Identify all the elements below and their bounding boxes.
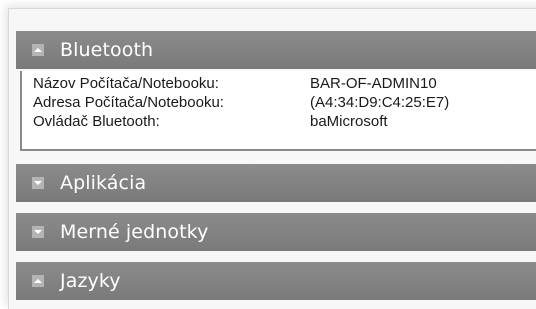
chevron-down-icon[interactable] (32, 177, 44, 189)
section-label-units: Merné jednotky (60, 221, 209, 243)
section-label-application: Aplikácia (60, 172, 147, 194)
section-label-languages: Jazyky (60, 270, 121, 292)
detail-row-computer-address: Adresa Počítača/Notebooku: (A4:34:D9:C4:2… (33, 93, 449, 113)
detail-label: Adresa Počítača/Notebooku: (33, 94, 224, 111)
section-header-units[interactable]: Merné jednotky (16, 213, 536, 251)
detail-row-computer-name: Názov Počítača/Notebooku: BAR-OF-ADMIN10 (33, 74, 437, 94)
section-header-bluetooth[interactable]: Bluetooth (16, 31, 536, 69)
chevron-up-icon[interactable] (32, 275, 44, 287)
chevron-up-icon[interactable] (32, 44, 44, 56)
settings-canvas: Bluetooth Názov Počítača/Notebooku: BAR-O… (0, 0, 536, 309)
detail-value: BAR-OF-ADMIN10 (310, 75, 437, 92)
detail-value: baMicrosoft (310, 113, 388, 130)
chevron-down-icon[interactable] (32, 226, 44, 238)
detail-row-bluetooth-driver: Ovládač Bluetooth: baMicrosoft (33, 112, 388, 132)
section-label-bluetooth: Bluetooth (60, 39, 154, 61)
detail-label: Názov Počítača/Notebooku: (33, 75, 219, 92)
detail-value: (A4:34:D9:C4:25:E7) (310, 94, 450, 111)
section-header-application[interactable]: Aplikácia (16, 164, 536, 202)
bluetooth-details: Názov Počítača/Notebooku: BAR-OF-ADMIN10 … (20, 71, 536, 151)
section-header-languages[interactable]: Jazyky (16, 262, 536, 300)
detail-label: Ovládač Bluetooth: (33, 113, 160, 130)
